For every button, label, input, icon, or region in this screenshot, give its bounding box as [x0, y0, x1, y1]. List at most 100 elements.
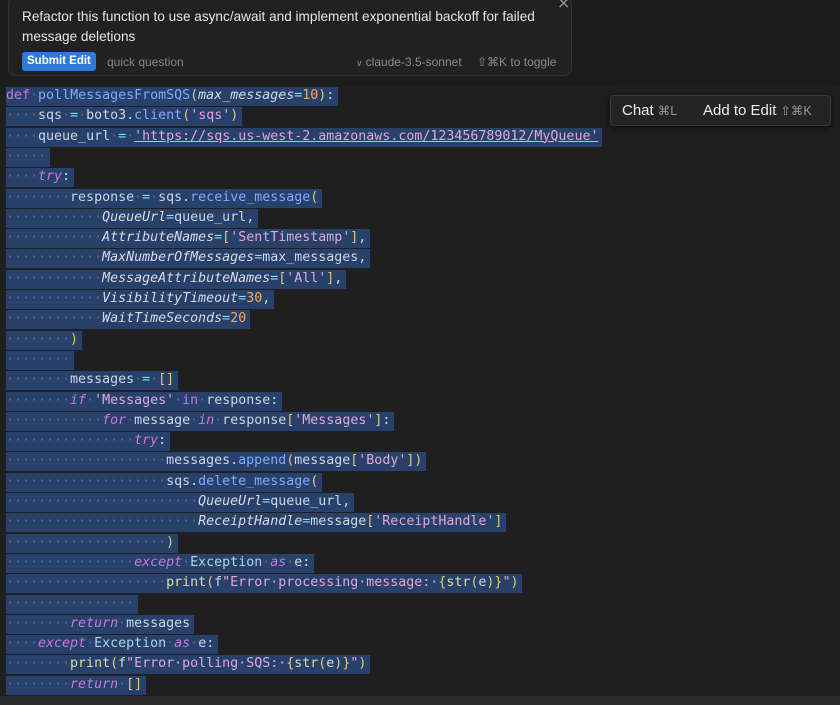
- model-label: claude-3.5-sonnet: [365, 55, 462, 69]
- code-line[interactable]: ············QueueUrl=queue_url,: [6, 208, 259, 228]
- indent-guide: ····: [6, 148, 39, 164]
- code-token: 'sqs': [190, 108, 231, 124]
- model-select[interactable]: ∨ claude-3.5-sonnet: [356, 55, 462, 69]
- code-token: ): [510, 575, 519, 591]
- close-icon[interactable]: ×: [557, 0, 570, 11]
- code-token: ): [70, 331, 79, 347]
- code-token: Exception: [190, 554, 263, 570]
- code-line-text: ········print(f"Error·polling·SQS:·{str(…: [6, 654, 366, 674]
- code-token: max_messages,: [262, 250, 367, 266]
- code-line[interactable]: ················: [6, 594, 139, 614]
- code-line[interactable]: ········: [6, 350, 75, 370]
- quick-question-button[interactable]: quick question: [107, 55, 184, 69]
- code-line[interactable]: ············VisibilityTimeout=30,: [6, 289, 275, 309]
- code-token: :: [326, 88, 335, 103]
- indent-guide: ····: [6, 636, 39, 652]
- code-token: if: [70, 392, 87, 408]
- horizontal-scrollbar[interactable]: [0, 696, 840, 705]
- code-token: "Error·processing·message:·: [222, 575, 439, 591]
- code-line[interactable]: ····················sqs.delete_message(: [6, 472, 323, 492]
- code-line[interactable]: ········if·'Messages'·in·response:: [6, 391, 283, 411]
- code-line-text: ············WaitTimeSeconds=20: [6, 309, 246, 329]
- code-token: 'SentTimestamp': [230, 230, 351, 246]
- code-token: Exception: [94, 636, 167, 652]
- code-token: ReceiptHandle: [198, 514, 303, 530]
- code-token: sqs: [38, 108, 63, 124]
- code-line[interactable]: ········response·=·sqs.receive_message(: [6, 188, 323, 208]
- code-line[interactable]: ········return·messages: [6, 614, 195, 634]
- code-line-text: ············QueueUrl=queue_url,: [6, 208, 254, 228]
- code-line[interactable]: ····················): [6, 533, 179, 553]
- code-line-text: ············MaxNumberOfMessages=max_mess…: [6, 248, 366, 268]
- indent-guide: ········: [6, 372, 71, 388]
- code-token: in: [182, 392, 199, 408]
- code-line[interactable]: ····················messages.append(mess…: [6, 451, 427, 472]
- indent-guide: ············: [6, 412, 103, 428]
- code-token: 'ReceiptHandle': [374, 514, 495, 530]
- code-token: :: [158, 433, 167, 449]
- code-token: =: [214, 230, 223, 246]
- submit-edit-button[interactable]: Submit Edit: [22, 52, 96, 71]
- code-line[interactable]: ····queue_url·=·'https://sqs.us-west-2.a…: [6, 127, 603, 147]
- code-line[interactable]: ········): [6, 330, 83, 350]
- code-line[interactable]: ········print(f"Error·polling·SQS:·{str(…: [6, 654, 371, 675]
- indent-guide: ························: [6, 494, 199, 509]
- code-token: ,: [262, 291, 271, 306]
- code-line-text: ················try:: [6, 431, 166, 451]
- code-token: [: [222, 230, 231, 246]
- code-token: ): [166, 534, 175, 550]
- code-token: str: [446, 575, 471, 591]
- code-token: in: [198, 412, 215, 428]
- code-line[interactable]: ············AttributeNames=['SentTimesta…: [6, 228, 371, 249]
- code-token: (: [206, 575, 215, 591]
- code-token: =: [254, 250, 263, 266]
- code-token: :: [62, 169, 71, 185]
- code-line[interactable]: ········return·[]: [6, 675, 147, 695]
- code-token: ·: [86, 636, 95, 652]
- code-line[interactable]: ············MaxNumberOfMessages=max_mess…: [6, 248, 371, 269]
- code-token: ·: [174, 392, 183, 408]
- indent-guide: ········: [6, 656, 71, 672]
- code-token: ·: [198, 392, 207, 408]
- code-line[interactable]: ·····: [6, 147, 51, 167]
- edit-prompt-input[interactable]: Refactor this function to use async/awai…: [22, 7, 542, 47]
- code-line[interactable]: ····················print(f"Error·proces…: [6, 573, 523, 594]
- code-line[interactable]: ····sqs·=·boto3.client('sqs'): [6, 106, 243, 127]
- code-token: print: [166, 575, 207, 591]
- code-token: ): [414, 453, 423, 469]
- code-line-text: def·pollMessagesFromSQS(max_messages=10)…: [6, 86, 334, 106]
- code-line[interactable]: ············for·message·in·response['Mes…: [6, 411, 395, 431]
- code-token: response: [70, 189, 135, 205]
- code-token: 'https://sqs.us-west-2.amazonaws.com/123…: [134, 128, 599, 144]
- code-editor[interactable]: def·pollMessagesFromSQS(max_messages=10)…: [0, 86, 840, 696]
- code-line[interactable]: ················except·Exception·as·e:: [6, 553, 315, 573]
- code-token: ·: [118, 676, 127, 692]
- code-token: 'Messages': [94, 392, 175, 408]
- code-line-text: ········response·=·sqs.receive_message(: [6, 188, 318, 208]
- code-token: boto3.: [86, 108, 135, 124]
- indent-guide: ················: [6, 595, 135, 611]
- code-line[interactable]: ············MessageAttributeNames=['All'…: [6, 269, 347, 289]
- code-line[interactable]: ····try:: [6, 167, 75, 188]
- code-line[interactable]: def·pollMessagesFromSQS(max_messages=10)…: [6, 86, 339, 106]
- code-token: ,: [334, 270, 343, 286]
- code-line[interactable]: ················try:: [6, 431, 171, 452]
- indent-guide: ····················: [6, 453, 167, 469]
- code-token: messages: [70, 372, 135, 388]
- code-token: append: [238, 453, 287, 469]
- code-line-text: ········if·'Messages'·in·response:: [6, 391, 278, 411]
- code-line[interactable]: ········messages·=·[]: [6, 370, 179, 391]
- code-token: message: [310, 514, 367, 530]
- code-token: =: [118, 128, 127, 144]
- code-token: try: [38, 169, 63, 185]
- code-line[interactable]: ························ReceiptHandle=me…: [6, 512, 507, 533]
- code-token: as: [270, 554, 287, 570]
- code-line[interactable]: ····except·Exception·as·e:: [6, 634, 219, 655]
- code-token: sqs.: [166, 473, 199, 489]
- code-line[interactable]: ············WaitTimeSeconds=20: [6, 309, 251, 330]
- code-line[interactable]: ························QueueUrl=queue_u…: [6, 492, 355, 512]
- code-token: 20: [230, 311, 247, 327]
- code-token: messages: [126, 615, 191, 631]
- code-token: ·: [30, 88, 39, 103]
- indent-guide: ····: [6, 108, 39, 124]
